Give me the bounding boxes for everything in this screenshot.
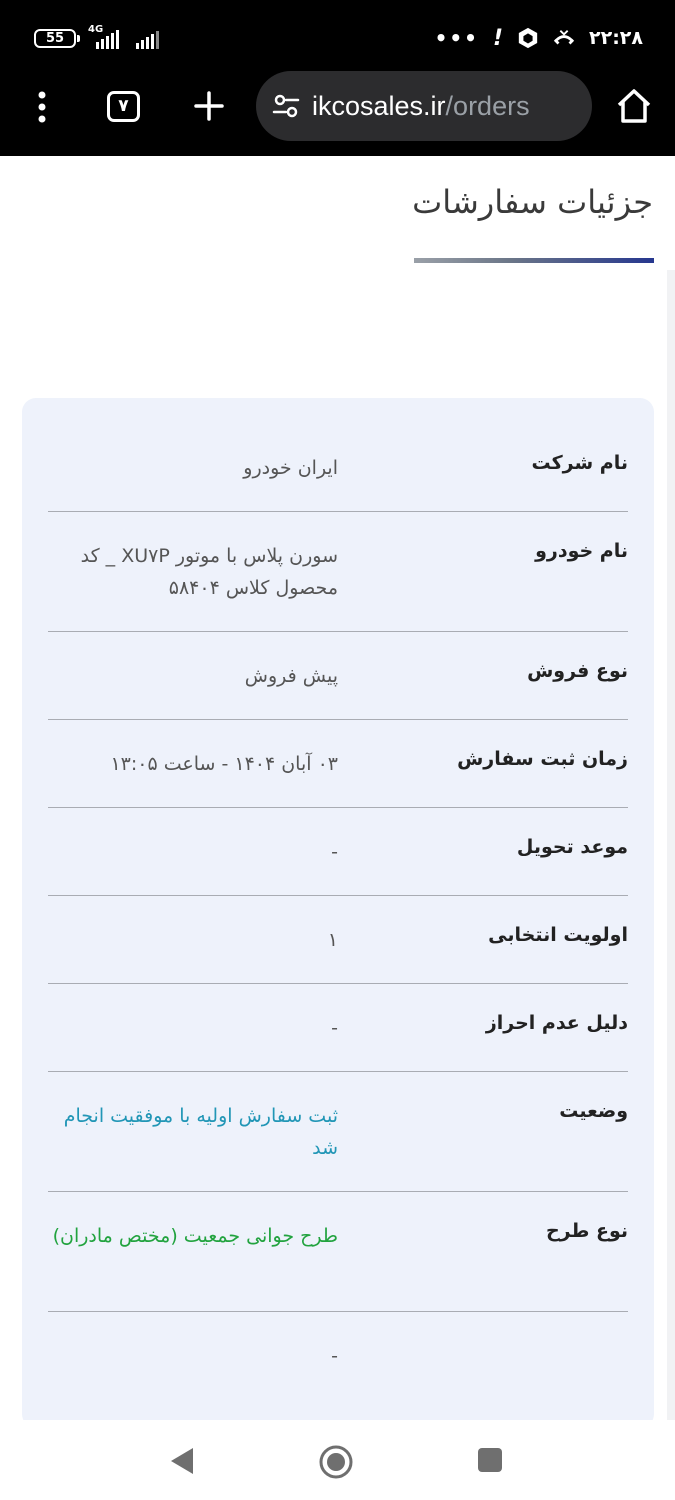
home-icon[interactable] — [614, 86, 654, 126]
browser-toolbar: ۷ ikcosales.ir/orders — [0, 71, 675, 156]
detail-value: سورن پلاس با موتور XU۷P _ کد محصول کلاس … — [80, 545, 338, 599]
detail-row-company: نام شرکت ایران خودرو — [48, 452, 628, 512]
detail-label: زمان ثبت سفارش — [457, 748, 628, 770]
signal-strength-icon — [96, 29, 119, 49]
page-title: جزئیات سفارشات — [412, 183, 653, 221]
status-icons: ••• ! ۲۲:۲۸ — [435, 22, 643, 54]
clock: ۲۲:۲۸ — [589, 27, 643, 49]
detail-row-rejection-reason: دلیل عدم احراز - — [48, 1012, 628, 1072]
scrollbar-track[interactable] — [667, 270, 675, 1420]
tab-switcher-button[interactable]: ۷ — [107, 91, 140, 122]
battery-icon: 55 — [34, 29, 80, 48]
plus-icon[interactable] — [193, 90, 225, 122]
detail-row-sale-type: نوع فروش پیش فروش — [48, 660, 628, 720]
system-nav-bar — [0, 1420, 675, 1500]
detail-label: وضعیت — [559, 1100, 628, 1122]
alert-icon: ! — [492, 25, 503, 51]
three-dots-vertical-icon[interactable] — [32, 90, 52, 124]
detail-row-order-time: زمان ثبت سفارش ۰۳ آبان ۱۴۰۴ - ساعت ۱۳:۰۵ — [48, 748, 628, 808]
detail-value: ۱ — [327, 929, 338, 951]
address-bar[interactable]: ikcosales.ir/orders — [256, 71, 592, 141]
detail-row-plan-type: نوع طرح طرح جوانی جمعیت (مختص مادران) — [48, 1220, 628, 1312]
title-underline — [414, 258, 654, 263]
detail-label: نام خودرو — [535, 540, 628, 562]
circle-home-icon[interactable] — [318, 1444, 354, 1480]
square-recents-icon[interactable] — [478, 1448, 502, 1472]
detail-row-status: وضعیت ثبت سفارش اولیه با موفقیت انجام شد — [48, 1100, 628, 1192]
signal-strength-icon-2 — [136, 29, 159, 49]
detail-row-priority: اولویت انتخابی ۱ — [48, 924, 628, 984]
url-host: ikcosales.ir — [312, 90, 446, 121]
missed-call-icon — [553, 30, 575, 45]
detail-row-car-name: نام خودرو سورن پلاس با موتور XU۷P _ کد م… — [48, 540, 628, 632]
detail-label: نوع طرح — [545, 1220, 628, 1242]
detail-value: ایران خودرو — [243, 457, 338, 479]
detail-label: اولویت انتخابی — [488, 924, 628, 946]
detail-row-extra: - — [48, 1340, 628, 1400]
status-bar: 55 4G ••• ! ۲۲:۲۸ — [0, 0, 675, 76]
triangle-back-icon[interactable] — [170, 1447, 194, 1475]
detail-value: - — [331, 841, 338, 863]
detail-value: پیش فروش — [244, 665, 338, 687]
detail-value: - — [331, 1017, 338, 1039]
status-value: ثبت سفارش اولیه با موفقیت انجام شد — [63, 1105, 338, 1159]
hexagon-app-icon — [518, 27, 538, 49]
detail-value: - — [331, 1345, 338, 1367]
plan-type-value: طرح جوانی جمعیت (مختص مادران) — [52, 1225, 338, 1247]
detail-value: ۰۳ آبان ۱۴۰۴ - ساعت ۱۳:۰۵ — [110, 753, 338, 775]
detail-label: نام شرکت — [531, 452, 628, 474]
url-text[interactable]: ikcosales.ir/orders — [312, 91, 530, 122]
detail-label: دلیل عدم احراز — [485, 1012, 628, 1034]
detail-label: موعد تحویل — [516, 836, 628, 858]
tune-icon[interactable] — [272, 92, 300, 120]
url-path: /orders — [445, 90, 530, 121]
detail-label: نوع فروش — [527, 660, 628, 682]
detail-row-delivery-date: موعد تحویل - — [48, 836, 628, 896]
more-notifications-icon: ••• — [434, 26, 479, 50]
